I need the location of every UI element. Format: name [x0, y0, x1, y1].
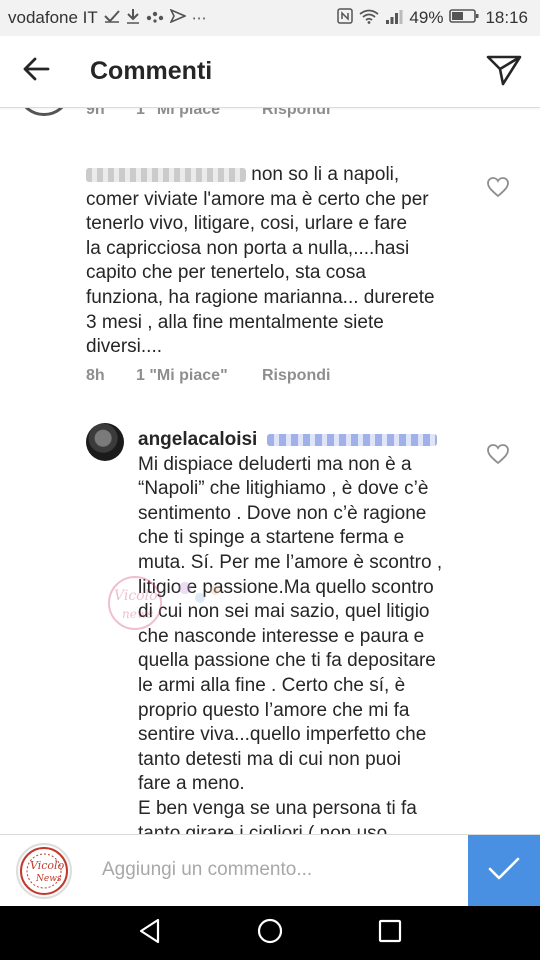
comment-line: sentimento . Dove non c’è ragione: [138, 502, 427, 524]
comment-meta: 9h 1 "Mi piace" Rispondi: [86, 108, 330, 119]
comment-line: E ben venga se una persona ti fa: [138, 797, 417, 819]
avatar[interactable]: Vicolo News: [16, 843, 72, 899]
nav-back-button[interactable]: [126, 909, 174, 957]
system-navigation-bar: [0, 906, 540, 960]
comment-line: proprio questo l’amore che mi fa: [138, 699, 410, 721]
paper-plane-icon: [486, 54, 522, 91]
comment-line: fare a meno.: [138, 773, 245, 795]
reply-body: angelacaloisi Mi dispiace deluderti ma n…: [138, 428, 478, 834]
signal-icon: [385, 9, 403, 28]
comment-body: non so li a napoli, comer viviate l'amor…: [86, 163, 486, 360]
svg-text:News: News: [35, 874, 62, 884]
comment-line: comer viviate l'amore ma è certo che per: [86, 188, 429, 210]
reply-link[interactable]: Rispondi: [262, 367, 330, 385]
nav-home-button[interactable]: [246, 909, 294, 957]
avatar[interactable]: [20, 108, 68, 116]
comment-line: di cui non sei mai sazio, quel litigio: [138, 601, 430, 623]
comment-composer: Vicolo News: [0, 834, 540, 907]
share-button[interactable]: [484, 52, 524, 92]
page-title: Commenti: [90, 57, 213, 85]
checkmark-icon: [488, 856, 520, 887]
carrier-name: vodafone IT: [8, 8, 98, 27]
comment-line: diversi....: [86, 336, 163, 358]
comment-line: 3 mesi , alla fine mentalmente siete: [86, 311, 384, 333]
comments-list[interactable]: 9h 1 "Mi piace" Rispondi non so li a nap…: [0, 108, 540, 834]
likes-link[interactable]: 1 "Mi piace": [136, 367, 262, 385]
post-comment-button[interactable]: [468, 835, 540, 907]
username-redacted: [86, 167, 246, 182]
reply-link[interactable]: Rispondi: [262, 108, 330, 119]
battery-percent: 49%: [409, 8, 444, 27]
username[interactable]: angelacaloisi: [138, 429, 257, 450]
download-icon: [126, 8, 140, 28]
heart-icon: [486, 177, 510, 202]
comment-time: 9h: [86, 108, 105, 118]
comment-line: che nasconde interesse e paura e: [138, 625, 425, 647]
comment-line: la capricciosa non porta a nulla,....has…: [86, 237, 410, 259]
wifi-icon: [359, 9, 379, 28]
like-button[interactable]: [486, 176, 510, 200]
comment-line: non so li a napoli,: [86, 163, 486, 188]
comment-line: Mi dispiace deluderti ma non è a: [138, 453, 412, 475]
comments-header: Commenti: [0, 36, 540, 108]
comment-line: tanto detesti ma di cui non puoi: [138, 748, 402, 770]
svg-text:Vicolo: Vicolo: [30, 859, 65, 872]
back-button[interactable]: [0, 36, 72, 108]
battery-icon: [449, 8, 479, 28]
comment-line: tanto girare i cigliori ( non uso: [138, 822, 388, 835]
circle-home-icon: [256, 917, 284, 950]
comment-line: “Napoli” che litighiamo , è dove c’è: [138, 478, 429, 500]
square-recents-icon: [378, 919, 402, 948]
likes-link[interactable]: 1 "Mi piace": [136, 108, 262, 119]
comment-line: le armi alla fine . Certo che sí, è: [138, 674, 406, 696]
clock: 18:16: [485, 8, 528, 27]
comment-line: capito che per tenertelo, sta cosa: [86, 262, 366, 284]
nfc-icon: [337, 8, 354, 28]
comment-header-line: angelacaloisi: [138, 428, 478, 453]
comment-line: sentire viva...quello imperfetto che: [138, 724, 427, 746]
comment-line: tenerlo vivo, litigare, cosi, urlare e f…: [86, 213, 408, 235]
comment-line: che ti spinge a startene ferma e: [138, 527, 405, 549]
arrow-left-icon: [22, 55, 50, 88]
comment-input[interactable]: [102, 855, 452, 885]
mention-redacted[interactable]: [266, 433, 437, 446]
like-button[interactable]: [486, 443, 510, 467]
check-icon: [104, 9, 120, 27]
status-bar: vodafone IT ⋯ 49% 18:16: [0, 0, 540, 36]
send-icon: [169, 8, 187, 27]
comment-line: funziona, ha ragione marianna... dureret…: [86, 286, 435, 308]
nav-recents-button[interactable]: [366, 909, 414, 957]
avatar[interactable]: [86, 423, 124, 461]
comment-line: muta. Sí. Per me l’amore è scontro ,: [138, 551, 443, 573]
more-icon: ⋯: [191, 10, 207, 27]
comment-line: quella passione che ti fa depositare: [138, 650, 436, 672]
comment-line: litigio e passione.Ma quello scontro: [138, 576, 434, 598]
dots-icon: [146, 9, 164, 27]
heart-icon: [486, 444, 510, 469]
triangle-back-icon: [138, 918, 162, 949]
comment-meta: 8h 1 "Mi piace" Rispondi: [86, 367, 330, 385]
comment-time: 8h: [86, 367, 105, 384]
